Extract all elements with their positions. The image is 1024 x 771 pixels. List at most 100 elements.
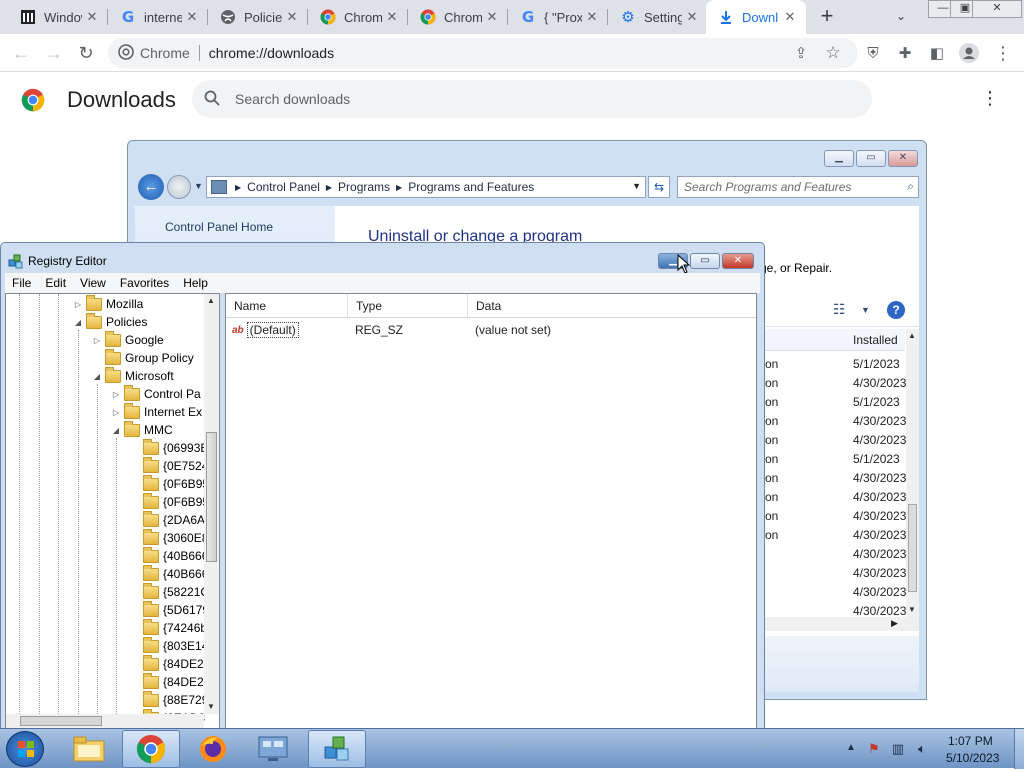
- tree-node[interactable]: ◢ Policies: [72, 312, 147, 331]
- network-icon[interactable]: ▥: [890, 741, 906, 757]
- tree-node[interactable]: ◢ Microsoft: [91, 366, 174, 385]
- cp-maximize-button[interactable]: ▭: [856, 150, 886, 167]
- control-panel-home-link[interactable]: Control Panel Home: [165, 220, 273, 234]
- start-button[interactable]: [6, 731, 44, 767]
- tree-horizontal-scrollbar[interactable]: [6, 714, 204, 728]
- tab-chrome-2[interactable]: Chrome ✕: [408, 0, 508, 34]
- close-tab-icon[interactable]: ✕: [284, 9, 300, 25]
- chrome-menu-icon[interactable]: ⋮: [992, 42, 1014, 64]
- cp-address-bar[interactable]: ▶ Control Panel ▶ Programs ▶ Programs an…: [206, 176, 646, 198]
- program-row[interactable]: 4/30/2023: [765, 545, 906, 564]
- cp-forward-button[interactable]: [167, 175, 191, 199]
- tab-policies[interactable]: Policies ✕: [208, 0, 308, 34]
- expand-toggle-icon[interactable]: ▷: [110, 390, 122, 399]
- taskbar-control-panel[interactable]: [244, 730, 302, 768]
- tree-node[interactable]: {40B666: [129, 546, 208, 565]
- breadcrumb-control-panel[interactable]: Control Panel: [247, 180, 320, 194]
- downloads-more-icon[interactable]: ⋮: [980, 88, 1000, 110]
- tree-node[interactable]: {40B666: [129, 564, 208, 583]
- reg-title-bar[interactable]: Registry Editor ▁ ▭ ✕: [1, 243, 764, 274]
- close-tab-icon[interactable]: ✕: [384, 9, 400, 25]
- breadcrumb-programs[interactable]: Programs: [338, 180, 390, 194]
- tab-chrome-1[interactable]: Chrome ✕: [308, 0, 408, 34]
- address-dropdown-icon[interactable]: ▼: [632, 181, 641, 191]
- expand-toggle-icon[interactable]: ▷: [72, 300, 84, 309]
- help-icon[interactable]: ?: [887, 301, 905, 319]
- tree-node[interactable]: ▷ Control Pa: [110, 384, 201, 403]
- view-options-icon[interactable]: ☷: [833, 301, 846, 318]
- tree-node[interactable]: {3060E8: [129, 528, 208, 547]
- program-row[interactable]: on 4/30/2023: [765, 431, 906, 450]
- close-tab-icon[interactable]: ✕: [782, 9, 798, 25]
- tree-node[interactable]: ▷ Mozilla: [72, 294, 143, 313]
- reload-button[interactable]: ↻: [75, 42, 97, 64]
- tab-windows[interactable]: Windows ✕: [8, 0, 108, 34]
- expand-toggle-icon[interactable]: ◢: [72, 318, 84, 327]
- tree-node[interactable]: {803E14: [129, 636, 208, 655]
- menu-view[interactable]: View: [73, 276, 113, 290]
- expand-toggle-icon[interactable]: ◢: [110, 426, 122, 435]
- reg-close-button[interactable]: ✕: [722, 253, 754, 269]
- cp-back-button[interactable]: ←: [138, 174, 164, 200]
- column-type[interactable]: Type: [348, 294, 468, 318]
- shield-extension-icon[interactable]: ⛨: [862, 42, 884, 64]
- program-row[interactable]: on 4/30/2023: [765, 374, 906, 393]
- taskbar-chrome[interactable]: [122, 730, 180, 768]
- tab-internet[interactable]: G internet ✕: [108, 0, 208, 34]
- program-row[interactable]: on 4/30/2023: [765, 488, 906, 507]
- menu-favorites[interactable]: Favorites: [113, 276, 176, 290]
- forward-button[interactable]: →: [43, 42, 65, 64]
- program-row[interactable]: on 5/1/2023: [765, 393, 905, 412]
- expand-toggle-icon[interactable]: ▷: [91, 336, 103, 345]
- cp-minimize-button[interactable]: ▁: [824, 150, 854, 167]
- tree-node[interactable]: {2DA6A: [129, 510, 205, 529]
- program-row[interactable]: 4/30/2023: [765, 564, 906, 583]
- tree-node[interactable]: ▷ Google: [91, 330, 164, 349]
- new-tab-button[interactable]: +: [816, 5, 838, 27]
- tree-node[interactable]: Group Policy: [91, 348, 194, 367]
- program-row[interactable]: on 5/1/2023: [765, 355, 905, 374]
- show-desktop-button[interactable]: [1014, 729, 1024, 769]
- tab-downloads[interactable]: Downl ✕: [706, 0, 806, 34]
- cp-search-field[interactable]: Search Programs and Features ⌕: [677, 176, 919, 198]
- action-center-flag-icon[interactable]: ⚑: [866, 741, 882, 757]
- tab-proxy[interactable]: G { "Prox ✕: [508, 0, 608, 34]
- program-row[interactable]: on 4/30/2023: [765, 507, 906, 526]
- expand-toggle-icon[interactable]: ▷: [110, 408, 122, 417]
- tree-node[interactable]: {88E729: [129, 690, 208, 709]
- column-installed-on[interactable]: Installed: [853, 333, 898, 347]
- registry-value-row[interactable]: ab (Default) REG_SZ (value not set): [226, 321, 756, 339]
- close-tab-icon[interactable]: ✕: [84, 9, 100, 25]
- column-name[interactable]: Name: [226, 294, 348, 318]
- menu-file[interactable]: File: [5, 276, 38, 290]
- expand-toggle-icon[interactable]: ◢: [91, 372, 103, 381]
- program-row[interactable]: on 5/1/2023: [765, 450, 905, 469]
- view-dropdown-icon[interactable]: ▼: [861, 305, 870, 315]
- back-button[interactable]: ←: [10, 42, 32, 64]
- cp-vertical-scrollbar[interactable]: ▲ ▼: [906, 329, 919, 617]
- tree-node[interactable]: {84DE20: [129, 654, 210, 673]
- tree-node[interactable]: {06993E: [129, 438, 208, 457]
- taskbar-registry-editor[interactable]: [308, 730, 366, 768]
- cp-close-button[interactable]: ✕: [888, 150, 918, 167]
- taskbar-firefox[interactable]: [184, 730, 242, 768]
- clock-time[interactable]: 1:07 PM: [948, 734, 993, 748]
- tree-node[interactable]: {58221C: [129, 582, 209, 601]
- tree-node[interactable]: ▷ Internet Ex: [110, 402, 202, 421]
- tree-node[interactable]: {0F6B95: [129, 492, 209, 511]
- program-row[interactable]: on 4/30/2023: [765, 526, 906, 545]
- close-tab-icon[interactable]: ✕: [184, 9, 200, 25]
- column-data[interactable]: Data: [468, 294, 756, 318]
- tree-node[interactable]: {84DE20: [129, 672, 210, 691]
- taskbar-explorer[interactable]: [60, 730, 118, 768]
- tree-vertical-scrollbar[interactable]: ▲ ▼: [204, 294, 219, 714]
- program-row[interactable]: 4/30/2023: [765, 583, 906, 602]
- close-window-button[interactable]: ✕: [972, 0, 1022, 18]
- tab-search-icon[interactable]: ⌄: [896, 9, 912, 25]
- side-panel-icon[interactable]: ◧: [926, 42, 948, 64]
- menu-help[interactable]: Help: [176, 276, 215, 290]
- tab-settings[interactable]: ⚙ Settings ✕: [608, 0, 708, 34]
- cp-horizontal-scrollbar[interactable]: ▶: [765, 617, 919, 631]
- bookmark-star-icon[interactable]: ☆: [822, 42, 844, 64]
- clock-date[interactable]: 5/10/2023: [946, 751, 999, 765]
